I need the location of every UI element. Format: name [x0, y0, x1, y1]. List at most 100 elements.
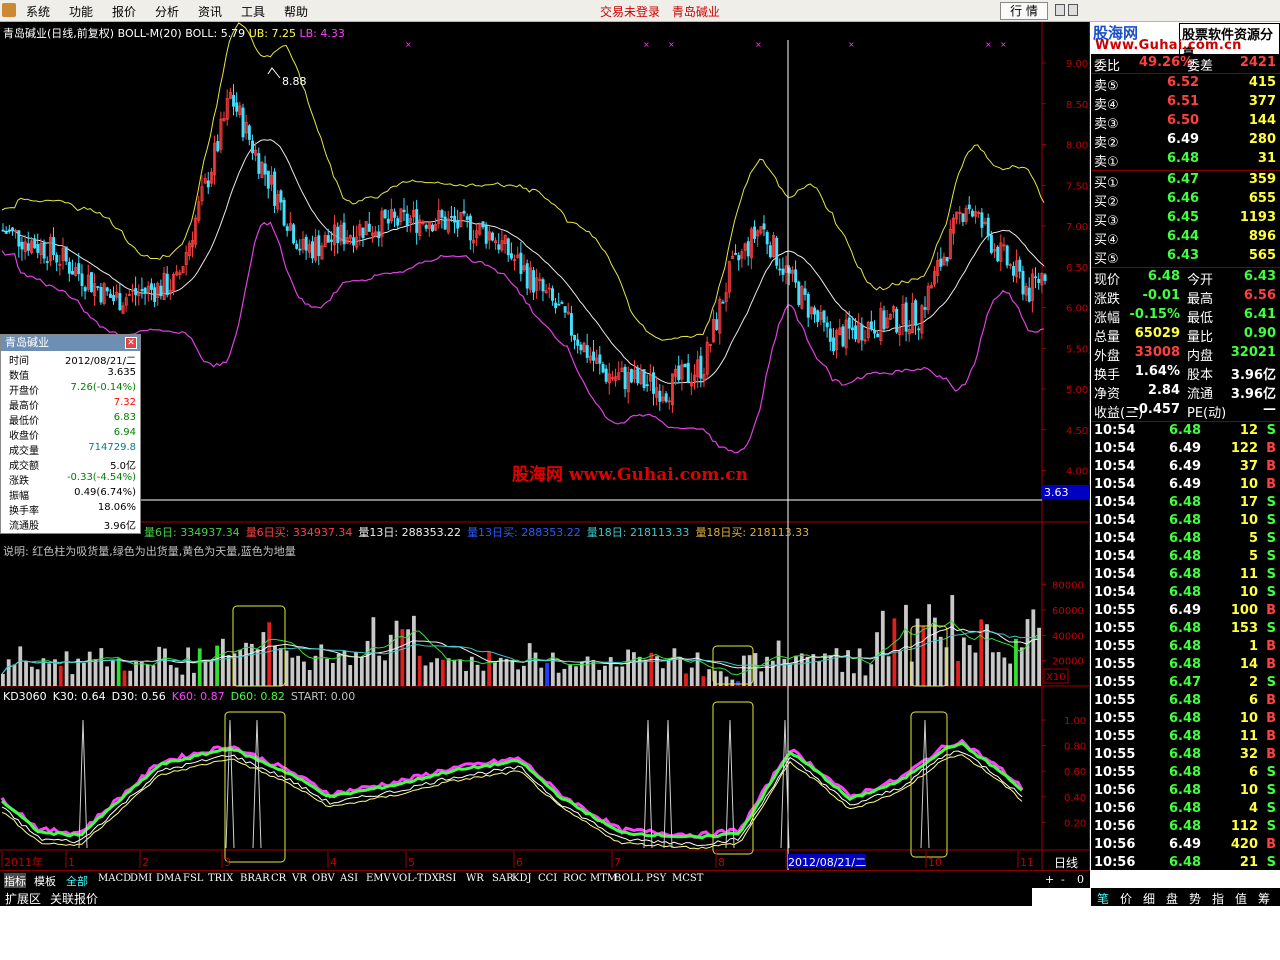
- indicator-tab[interactable]: DMA: [156, 873, 181, 884]
- tick-volume: 122: [1230, 441, 1258, 456]
- indicator-tab[interactable]: RSI: [438, 873, 456, 884]
- tab-control-button[interactable]: -: [1061, 873, 1065, 886]
- tab-control-button[interactable]: 0: [1077, 873, 1084, 886]
- tick-time: 10:56: [1094, 819, 1136, 834]
- tick-time: 10:54: [1094, 549, 1136, 564]
- sell-level-label: 卖③: [1094, 117, 1119, 132]
- volume-bar: [574, 666, 578, 686]
- kd-line: [0, 738, 1024, 839]
- tab-extension[interactable]: 扩展区: [5, 890, 41, 907]
- indicator-tab[interactable]: 模板: [34, 873, 56, 889]
- indicator-tab[interactable]: DMI: [130, 873, 152, 884]
- data-window-rows: 时间 2012/08/21/二 数值 3.635 开盘价 7.26(-0.14%) 最高价 7…: [1, 351, 140, 532]
- tick-row: 10:54 6.48 5 S: [1091, 548, 1280, 566]
- tick-price: 6.48: [1169, 801, 1202, 816]
- candle-body: [768, 245, 772, 258]
- volume-bar: [985, 624, 989, 686]
- tick-price: 6.48: [1169, 855, 1202, 870]
- right-panel-tab[interactable]: 筹: [1258, 890, 1270, 907]
- right-panel-tab[interactable]: 势: [1189, 890, 1201, 907]
- indicator-name[interactable]: BOLL-M(20): [118, 27, 182, 40]
- menu-quote[interactable]: 报价: [112, 3, 136, 20]
- restore-icon[interactable]: [1068, 4, 1078, 16]
- candle-body: [541, 279, 545, 292]
- volume-bar: [377, 655, 382, 686]
- right-panel-tab[interactable]: 值: [1235, 890, 1247, 907]
- login-status[interactable]: 交易未登录: [600, 5, 660, 19]
- data-window-value: 7.32: [113, 397, 136, 408]
- indicator-tab[interactable]: 指标: [4, 873, 26, 889]
- volume-bar: [597, 669, 602, 686]
- indicator-tab[interactable]: TRIX: [208, 873, 233, 884]
- volume-bar: [481, 670, 486, 686]
- indicator-tab[interactable]: BRAR: [240, 873, 270, 884]
- indicator-tab[interactable]: BOLL: [614, 873, 643, 884]
- tab-related-quotes[interactable]: 关联报价: [50, 890, 98, 907]
- volume-bar: [435, 658, 439, 686]
- indicator-tab[interactable]: 全部: [66, 873, 88, 889]
- indicator-tab[interactable]: WR: [466, 873, 484, 884]
- indicator-tab[interactable]: SAR: [492, 873, 514, 884]
- tick-price: 6.49: [1169, 441, 1202, 456]
- right-panel-tab[interactable]: 指: [1212, 890, 1224, 907]
- right-panel-tab[interactable]: 细: [1143, 890, 1155, 907]
- tick-row: 10:55 6.48 153 S: [1091, 620, 1280, 638]
- kd-value-label: D60: 0.82: [230, 690, 285, 703]
- tab-control-button[interactable]: +: [1045, 873, 1054, 886]
- indicator-tab[interactable]: CR: [271, 873, 286, 884]
- tick-volume: 37: [1239, 459, 1258, 474]
- right-panel-tab[interactable]: 价: [1120, 890, 1132, 907]
- data-window-value: 2012/08/21/二: [64, 356, 136, 367]
- chart-canvas[interactable]: 9.00 8.50 8.00 7.50 7.00 6.50 6.00 5.50 5.00 4.50…: [0, 22, 1090, 870]
- period-label[interactable]: 日线: [1054, 856, 1078, 870]
- volume-bar: [533, 652, 538, 686]
- indicator-tab[interactable]: CCI: [538, 873, 557, 884]
- candle-body: [153, 287, 157, 302]
- right-panel-tab[interactable]: 盘: [1166, 890, 1178, 907]
- menu-help[interactable]: 帮助: [284, 3, 308, 20]
- minimize-icon[interactable]: [1055, 4, 1065, 16]
- close-icon[interactable]: ✕: [125, 337, 137, 349]
- tick-row: 10:55 6.48 6 B: [1091, 692, 1280, 710]
- tick-price: 6.48: [1169, 513, 1202, 528]
- candle-body: [468, 215, 472, 241]
- indicator-tab[interactable]: OBV: [312, 873, 335, 884]
- tick-volume: 17: [1239, 495, 1258, 510]
- indicator-tab[interactable]: KDJ: [512, 873, 532, 884]
- indicator-tab[interactable]: EMV: [366, 873, 391, 884]
- menu-tools[interactable]: 工具: [241, 3, 265, 20]
- candle-body: [481, 221, 485, 228]
- tick-row: 10:55 6.48 1 B: [1091, 638, 1280, 656]
- tick-row: 10:56 6.48 4 S: [1091, 800, 1280, 818]
- indicator-tab[interactable]: ASI: [340, 873, 358, 884]
- indicator-tab[interactable]: MCST: [672, 873, 703, 884]
- indicator-tab[interactable]: PSY: [646, 873, 666, 884]
- menu-system[interactable]: 系统: [26, 3, 50, 20]
- quote-panel: 股海网 股票软件资源分享 Www.Guhai.com.cn 委比 49.26% 委差…: [1091, 22, 1280, 870]
- right-panel-tab[interactable]: 笔: [1097, 890, 1109, 907]
- indicator-tab[interactable]: VR: [292, 873, 307, 884]
- quote-button[interactable]: 行 情: [1000, 2, 1048, 20]
- indicator-tab[interactable]: ROC: [563, 873, 586, 884]
- candle-body: [560, 302, 564, 304]
- tick-time: 10:55: [1094, 765, 1136, 780]
- tick-row: 10:54 6.48 10 S: [1091, 584, 1280, 602]
- indicator-tab[interactable]: VOL-TDX: [392, 873, 439, 884]
- chart-area[interactable]: 9.00 8.50 8.00 7.50 7.00 6.50 6.00 5.50 5.00 4.50…: [0, 22, 1090, 870]
- indicator-tab[interactable]: MACD: [98, 873, 131, 884]
- candle-body: [813, 307, 817, 315]
- brand-banner: 股海网 股票软件资源分享 Www.Guhai.com.cn: [1091, 22, 1280, 63]
- boll-lower-line: [1, 221, 1045, 454]
- stat-label: 最高: [1187, 292, 1214, 307]
- menu-info[interactable]: 资讯: [198, 3, 222, 20]
- candle-body: [90, 272, 93, 293]
- tick-time: 10:56: [1094, 837, 1136, 852]
- menu-analysis[interactable]: 分析: [155, 3, 179, 20]
- data-window[interactable]: 青岛碱业 ✕ 时间 2012/08/21/二 数值 3.635 开盘价 7.26(-0.1…: [0, 334, 141, 534]
- start-signal-spike: [663, 719, 673, 849]
- menu-function[interactable]: 功能: [69, 3, 93, 20]
- volume-bar: [302, 661, 306, 686]
- stat-label: 现价: [1094, 273, 1121, 288]
- indicator-tab[interactable]: FSL: [183, 873, 203, 884]
- volume-ma-label: 量6日买: 334937.34: [245, 526, 353, 539]
